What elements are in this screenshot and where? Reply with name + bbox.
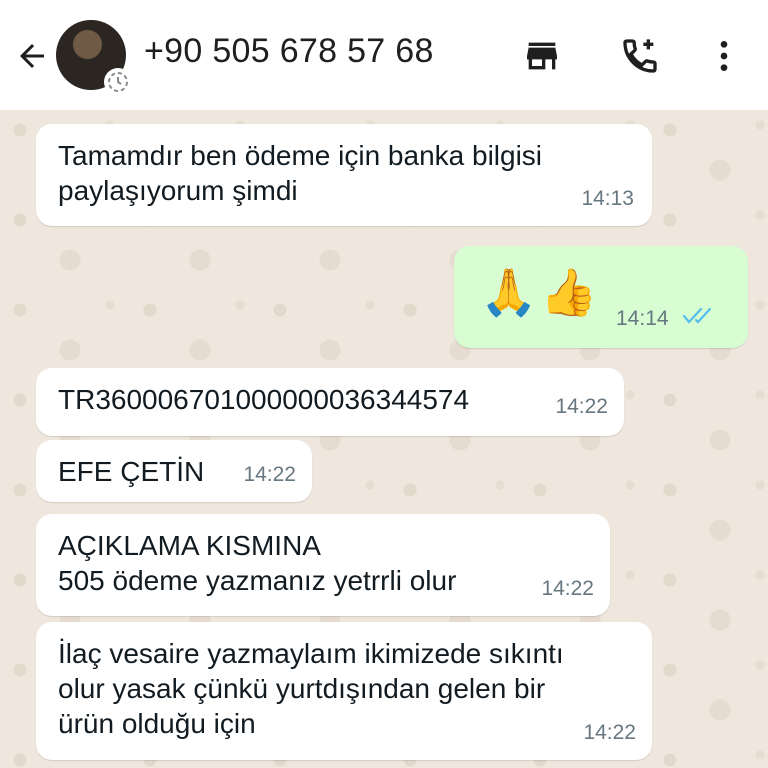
message-incoming[interactable]: Tamamdır ben ödeme için banka bilgisi pa…	[36, 124, 652, 226]
message-incoming[interactable]: EFE ÇETİN 14:22	[36, 440, 312, 502]
message-time: 14:22	[541, 577, 594, 600]
folded-hands-emoji: 🙏	[480, 266, 538, 318]
message-time: 14:22	[243, 463, 296, 486]
message-time: 14:22	[555, 395, 608, 418]
read-ticks-icon	[682, 299, 716, 334]
message-text: Tamamdır ben ödeme için banka bilgisi pa…	[58, 140, 543, 206]
message-time: 14:13	[581, 187, 634, 210]
message-time: 14:22	[583, 721, 636, 744]
thumbs-up-emoji: 👍	[540, 266, 598, 318]
more-options-icon[interactable]	[702, 34, 746, 78]
status-icon	[104, 68, 132, 96]
message-text: AÇIKLAMA KISMINA 505 ödeme yazmanız yetr…	[58, 530, 457, 596]
message-outgoing[interactable]: 🙏 👍 14:14	[454, 246, 748, 348]
back-arrow-icon[interactable]	[12, 36, 52, 76]
contact-name[interactable]: +90 505 678 57 68	[144, 32, 434, 71]
add-call-icon[interactable]	[618, 34, 662, 78]
message-text: İlaç vesaire yazmaylaım ikimizede sıkınt…	[58, 638, 564, 739]
store-icon[interactable]	[520, 34, 564, 78]
message-time: 14:14	[616, 307, 669, 330]
avatar[interactable]	[56, 20, 132, 96]
message-text: TR360006701000000036344574	[58, 384, 470, 415]
message-text: EFE ÇETİN	[58, 456, 205, 487]
message-incoming[interactable]: İlaç vesaire yazmaylaım ikimizede sıkınt…	[36, 622, 652, 760]
message-incoming[interactable]: TR360006701000000036344574 14:22	[36, 368, 624, 436]
chat-header: +90 505 678 57 68	[0, 0, 768, 110]
message-incoming[interactable]: AÇIKLAMA KISMINA 505 ödeme yazmanız yetr…	[36, 514, 610, 616]
